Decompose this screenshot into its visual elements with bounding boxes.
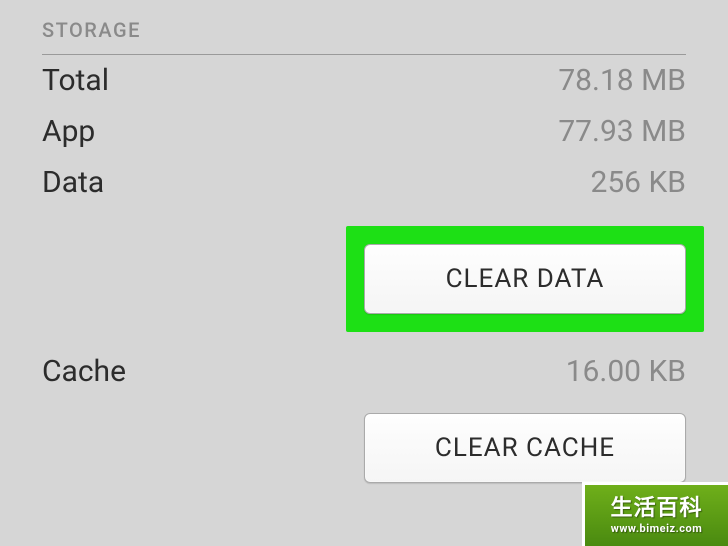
row-label: Total	[42, 63, 109, 98]
highlight-box: CLEAR DATA	[346, 226, 704, 332]
row-value: 78.18 MB	[558, 63, 686, 98]
row-value: 256 KB	[590, 165, 686, 200]
clear-cache-button[interactable]: CLEAR CACHE	[364, 413, 686, 483]
storage-row-cache: Cache 16.00 KB	[0, 346, 728, 397]
row-label: Data	[42, 165, 104, 200]
watermark: 生活百科 www.bimeiz.com	[582, 482, 728, 546]
clear-data-button-area: CLEAR DATA	[0, 226, 728, 332]
row-label: App	[42, 114, 95, 149]
storage-row-data: Data 256 KB	[0, 157, 728, 208]
row-label: Cache	[42, 354, 126, 389]
row-value: 16.00 KB	[566, 354, 686, 389]
watermark-url: www.bimeiz.com	[611, 522, 703, 535]
clear-data-button[interactable]: CLEAR DATA	[364, 244, 686, 314]
watermark-title: 生活百科	[610, 496, 702, 522]
storage-row-total: Total 78.18 MB	[0, 55, 728, 106]
clear-cache-button-area: CLEAR CACHE	[0, 413, 728, 483]
section-header-storage: STORAGE	[0, 0, 728, 54]
row-value: 77.93 MB	[558, 114, 686, 149]
storage-row-app: App 77.93 MB	[0, 106, 728, 157]
